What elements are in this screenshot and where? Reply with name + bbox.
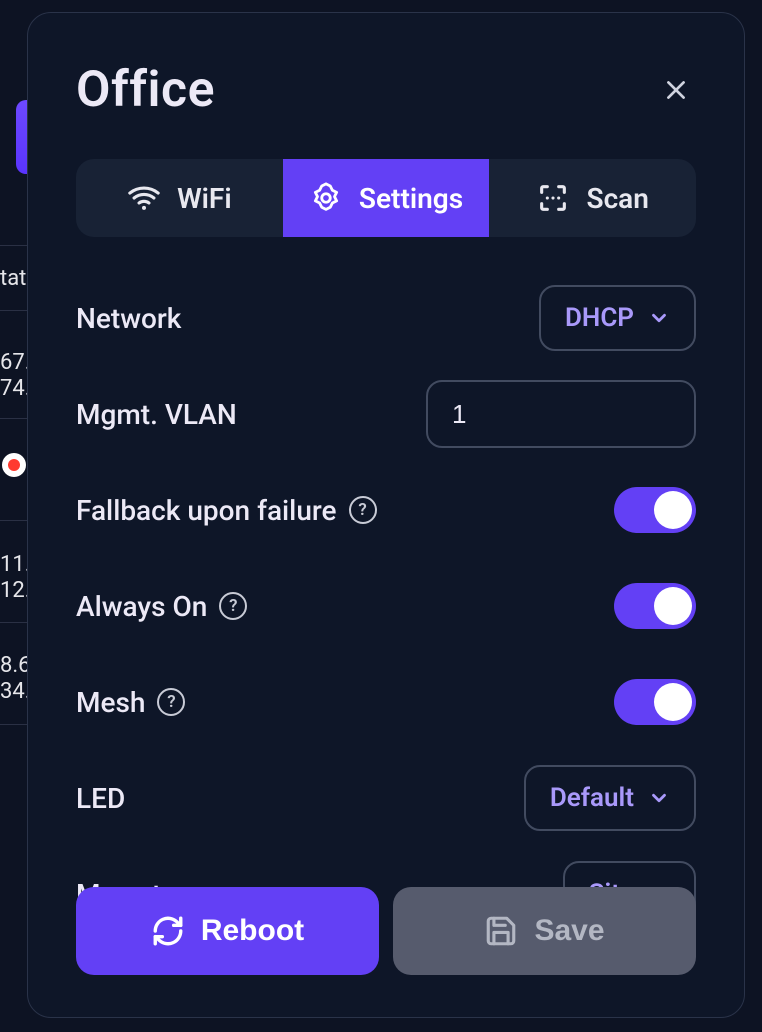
label-led: LED — [76, 782, 125, 815]
label-fallback: Fallback upon failure ? — [76, 494, 377, 527]
row-network: Network DHCP — [76, 283, 696, 353]
toggle-mesh[interactable] — [614, 679, 696, 725]
panel-title: Office — [76, 61, 215, 119]
button-label: Save — [534, 914, 604, 948]
toggle-always-on[interactable] — [614, 583, 696, 629]
select-network[interactable]: DHCP — [539, 285, 696, 351]
toggle-knob — [654, 683, 692, 721]
row-fallback: Fallback upon failure ? — [76, 475, 696, 545]
chevron-down-icon — [648, 787, 670, 809]
help-icon[interactable]: ? — [219, 592, 247, 620]
tab-wifi[interactable]: WiFi — [76, 159, 283, 237]
panel-footer: Reboot Save — [76, 887, 696, 975]
close-button[interactable] — [656, 70, 696, 110]
toggle-fallback[interactable] — [614, 487, 696, 533]
row-led: LED Default — [76, 763, 696, 833]
label-network: Network — [76, 302, 181, 335]
reboot-button[interactable]: Reboot — [76, 887, 379, 975]
tab-settings[interactable]: Settings — [283, 159, 490, 237]
bg-text: 74. — [0, 375, 31, 403]
save-button[interactable]: Save — [393, 887, 696, 975]
tab-label: Scan — [586, 182, 648, 215]
input-mgmt-vlan[interactable] — [426, 380, 696, 448]
save-icon — [484, 914, 518, 948]
label-mesh: Mesh ? — [76, 686, 185, 719]
close-icon — [663, 77, 689, 103]
toggle-knob — [654, 491, 692, 529]
panel-header: Office — [76, 61, 696, 119]
help-icon[interactable]: ? — [157, 688, 185, 716]
bg-text: tat — [0, 265, 26, 293]
tab-scan[interactable]: Scan — [489, 159, 696, 237]
tab-label: Settings — [359, 182, 463, 215]
tabbar: WiFi Settings Scan — [76, 159, 696, 237]
gear-icon — [309, 181, 343, 215]
toggle-knob — [654, 587, 692, 625]
wifi-icon — [127, 181, 161, 215]
row-mesh: Mesh ? — [76, 667, 696, 737]
bg-text: 8.6 — [0, 652, 31, 680]
bg-text: 67. — [0, 349, 31, 377]
tab-label: WiFi — [177, 182, 232, 215]
row-mgmt-vlan: Mgmt. VLAN — [76, 379, 696, 449]
help-icon[interactable]: ? — [349, 496, 377, 524]
refresh-icon — [151, 914, 185, 948]
label-mgmt-vlan: Mgmt. VLAN — [76, 398, 237, 431]
settings-panel: Office WiFi Settings — [27, 12, 745, 1018]
chevron-down-icon — [648, 307, 670, 329]
label-text: Always On — [76, 590, 207, 623]
label-text: Fallback upon failure — [76, 494, 337, 527]
bg-text: 12. — [0, 577, 31, 605]
select-value: DHCP — [565, 303, 634, 333]
bg-text: 34. — [0, 678, 31, 706]
scan-icon — [536, 181, 570, 215]
select-value: Default — [550, 783, 634, 813]
select-led[interactable]: Default — [524, 765, 696, 831]
label-always-on: Always On ? — [76, 590, 247, 623]
label-text: Mesh — [76, 686, 145, 719]
row-always-on: Always On ? — [76, 571, 696, 641]
button-label: Reboot — [201, 914, 304, 948]
bg-status-dot — [8, 459, 20, 471]
